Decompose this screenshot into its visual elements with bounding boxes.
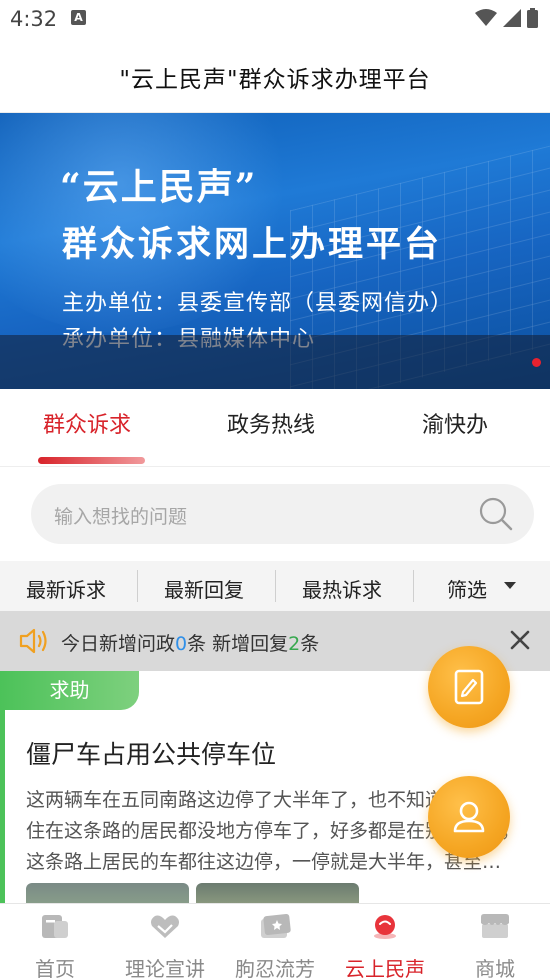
- wifi-icon: [475, 9, 497, 26]
- notice-text: 今日新增问政0条 新增回复2条: [61, 629, 319, 656]
- appeal-photo[interactable]: [26, 883, 189, 903]
- nav-home[interactable]: 首页: [0, 904, 110, 979]
- banner-quote-title: “云上民声”: [60, 166, 258, 208]
- nav-label: 云上民声: [345, 957, 425, 979]
- handshake-icon: [151, 915, 179, 938]
- bottom-navigation: 首页 理论宣讲 朐忍流芳 云上民声 商城: [0, 903, 550, 979]
- notification-icon: A: [71, 10, 86, 25]
- nav-label: 朐忍流芳: [235, 957, 315, 979]
- banner-carousel[interactable]: “云上民声” 群众诉求网上办理平台 主办单位：县委宣传部（县委网信办） 承办单位…: [0, 113, 550, 389]
- appeal-photo[interactable]: [196, 883, 359, 903]
- nav-label: 理论宣讲: [125, 957, 205, 979]
- nav-culture[interactable]: 朐忍流芳: [220, 904, 330, 979]
- my-appeals-button[interactable]: [428, 776, 510, 858]
- speaker-icon: [19, 628, 47, 654]
- sort-latest-appeals[interactable]: 最新诉求: [26, 574, 106, 603]
- divider: [137, 570, 138, 602]
- page-title: "云上民声"群众诉求办理平台: [119, 67, 431, 93]
- sort-latest-replies[interactable]: 最新回复: [164, 574, 244, 603]
- divider: [275, 570, 276, 602]
- nav-theory[interactable]: 理论宣讲: [110, 904, 220, 979]
- new-replies-count: 2: [288, 633, 301, 655]
- chevron-down-icon[interactable]: [504, 582, 516, 589]
- notice-prefix: 今日新增问政: [61, 633, 176, 655]
- nav-label: 首页: [35, 957, 75, 979]
- voice-icon: [374, 915, 396, 939]
- signal-icon: [503, 9, 521, 27]
- app-header: "云上民声"群众诉求办理平台: [0, 38, 550, 113]
- battery-icon: [527, 8, 538, 28]
- appeal-title[interactable]: 僵尸车占用公共停车位: [26, 735, 276, 771]
- tab-government-hotline[interactable]: 政务热线: [227, 407, 315, 439]
- active-tab-indicator: [38, 457, 145, 464]
- filter-button[interactable]: 筛选: [447, 574, 487, 603]
- tab-public-appeals[interactable]: 群众诉求: [43, 407, 131, 439]
- status-bar: 4:32 A: [0, 0, 550, 38]
- store-icon: [481, 914, 509, 938]
- new-appeals-count: 0: [175, 633, 188, 655]
- banner-host-line: 主办单位：县委宣传部（县委网信办）: [62, 291, 454, 316]
- notice-middle: 条 新增回复: [187, 633, 289, 655]
- tab-yukuaiban[interactable]: 渝快办: [422, 407, 488, 439]
- carousel-indicator[interactable]: [532, 358, 541, 367]
- banner-caption-strip: [0, 335, 550, 389]
- banner-heading: 群众诉求网上办理平台: [62, 224, 443, 265]
- category-stripe: [0, 710, 5, 903]
- nav-cloud-voice[interactable]: 云上民声: [330, 904, 440, 979]
- search-placeholder: 输入想找的问题: [54, 506, 188, 528]
- nav-label: 商城: [475, 957, 515, 979]
- notice-suffix: 条: [300, 633, 320, 655]
- search-icon[interactable]: [478, 496, 514, 532]
- ticket-icon: [261, 913, 291, 938]
- edit-icon: [454, 669, 484, 705]
- user-icon: [453, 801, 485, 833]
- compose-appeal-button[interactable]: [428, 646, 510, 728]
- sort-hottest-appeals[interactable]: 最热诉求: [302, 574, 382, 603]
- category-badge: 求助: [0, 671, 139, 710]
- divider: [413, 570, 414, 602]
- nav-store[interactable]: 商城: [440, 904, 550, 979]
- close-icon[interactable]: [510, 630, 530, 650]
- search-input[interactable]: 输入想找的问题: [31, 484, 534, 544]
- status-time: 4:32: [10, 7, 58, 31]
- sort-bar: 最新诉求 最新回复 最热诉求 筛选: [0, 561, 550, 611]
- status-icons: [475, 7, 538, 29]
- home-icon: [42, 915, 68, 938]
- category-tabs: 群众诉求 政务热线 渝快办: [0, 389, 550, 467]
